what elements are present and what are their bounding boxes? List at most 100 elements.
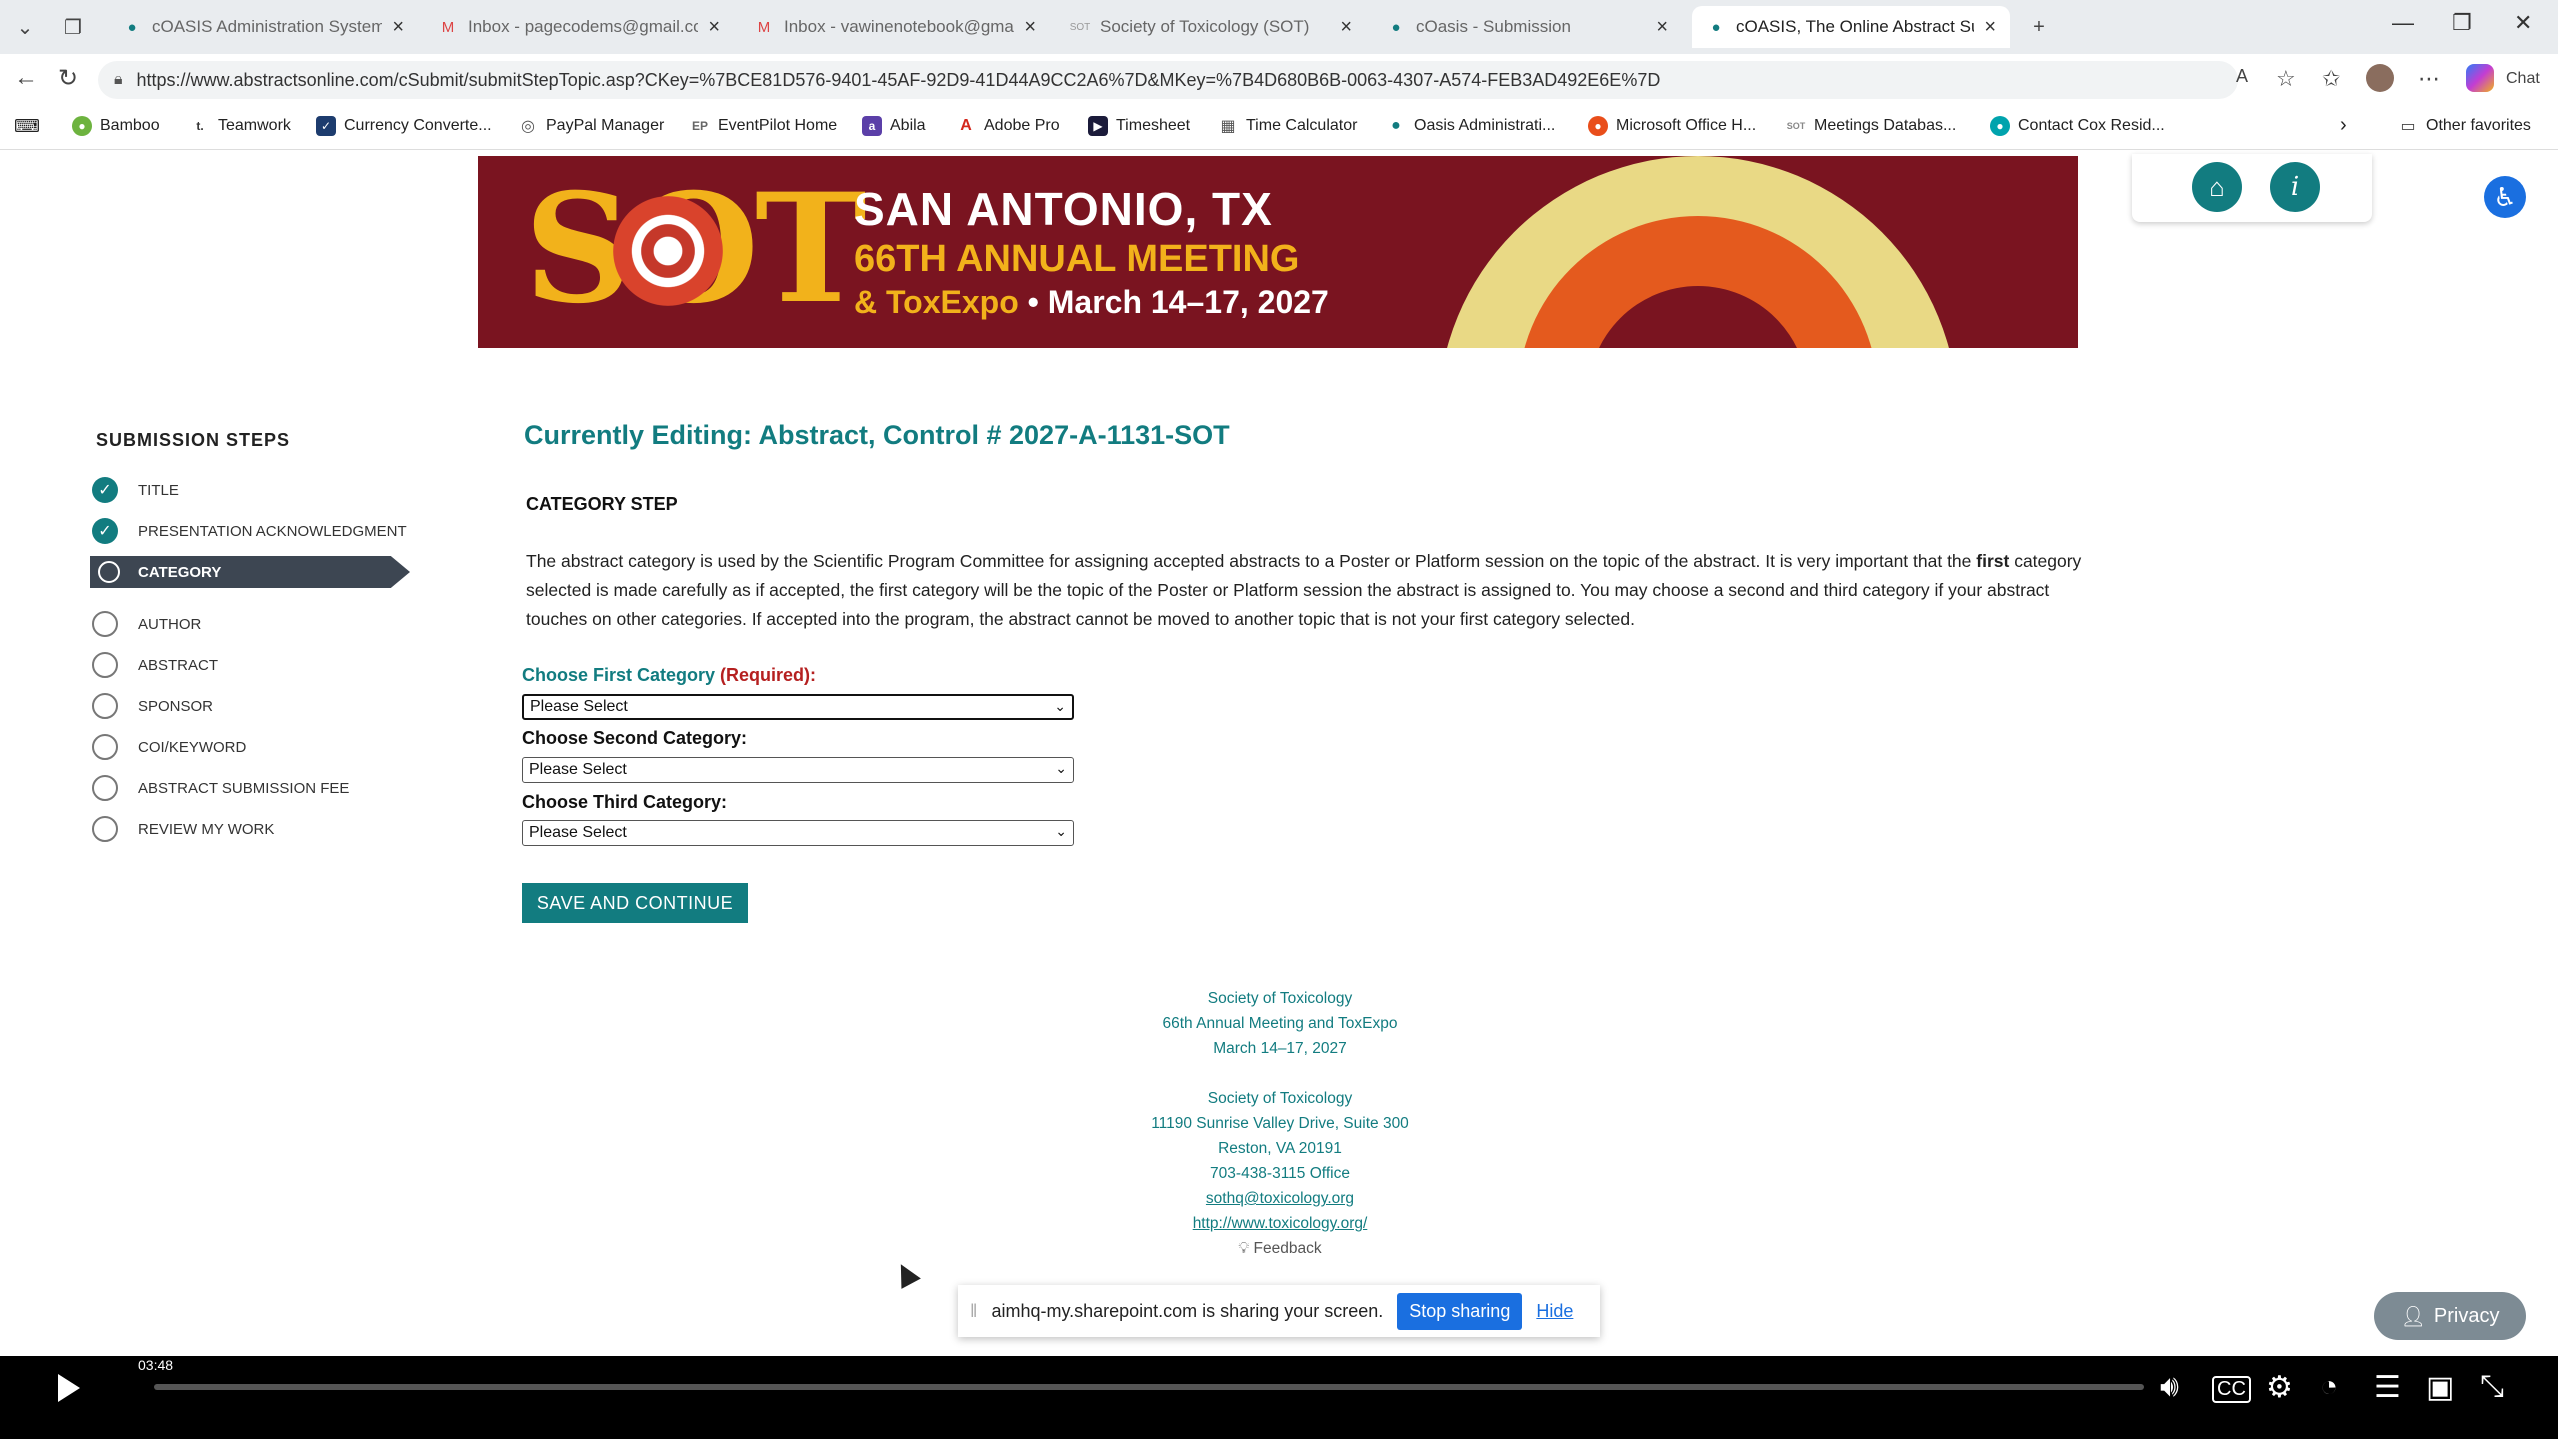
first-category-label-text: Choose First Category [522,665,721,685]
close-tab-icon[interactable]: × [1340,16,1352,39]
settings-gear-icon[interactable]: ⚙ [2266,1370,2293,1405]
browser-tab[interactable]: M Inbox - vawinenotebook@gmail.c × [740,6,1050,48]
favorites-list-icon[interactable]: ✩ [2322,66,2340,92]
more-options-icon[interactable]: ⋯ [2418,66,2440,92]
footer-website-link[interactable]: http://www.toxicology.org/ [1193,1215,1368,1232]
favorite-link[interactable]: A Adobe Pro [956,116,1060,136]
step-coi-keyword[interactable]: COI/KEYWORD [92,732,246,762]
close-tab-icon[interactable]: × [392,16,404,39]
page-title: Currently Editing: Abstract, Control # 2… [524,420,1230,450]
tab-title: cOASIS Administration System [152,17,383,36]
chevron-right-icon[interactable]: › [2340,114,2347,137]
abila-icon: a [862,116,882,136]
folder-icon: ▭ [2398,116,2418,136]
volume-icon[interactable]: 🔊︎ [2160,1370,2179,1404]
circle-icon [98,561,120,583]
favorite-label: PayPal Manager [546,117,665,134]
url-field[interactable]: 🔒︎ https://www.abstractsonline.com/cSubm… [98,61,2238,99]
browser-tab[interactable]: ● cOASIS Administration System × [108,6,418,48]
copilot-icon[interactable] [2466,64,2494,92]
step-review-my-work[interactable]: REVIEW MY WORK [92,814,274,844]
favorite-link[interactable]: ▦ Time Calculator [1218,116,1357,136]
select-value: Please Select [529,824,627,841]
step-title[interactable]: ✓ TITLE [92,475,179,505]
favorite-link[interactable]: ● Bamboo [72,116,160,136]
browser-tab[interactable]: M Inbox - pagecodems@gmail.com × [424,6,734,48]
save-and-continue-button[interactable]: SAVE AND CONTINUE [522,883,748,923]
favorite-star-icon[interactable]: ☆ [2276,66,2296,92]
timesheet-icon: ▶ [1088,116,1108,136]
sot-icon: SOT [1786,116,1806,136]
other-favorites[interactable]: ▭ Other favorites [2398,116,2531,136]
close-tab-icon[interactable]: × [1656,16,1668,39]
favorite-link[interactable]: ✓ Currency Converte... [316,116,492,136]
instructions-emphasis: first [1976,551,2010,571]
play-icon[interactable] [58,1374,80,1402]
browser-tab[interactable]: SOT Society of Toxicology (SOT) × [1056,6,1366,48]
favorite-link[interactable]: t. Teamwork [190,116,291,136]
home-icon[interactable]: ⌂ [2192,162,2242,212]
favorite-link[interactable]: EP EventPilot Home [690,116,837,136]
second-category-select[interactable]: Please Select ⌄ [522,757,1074,783]
accessibility-icon[interactable]: ♿︎ [2484,176,2526,218]
step-author[interactable]: AUTHOR [92,609,201,639]
favorite-label: EventPilot Home [718,117,838,134]
step-abstract[interactable]: ABSTRACT [92,650,218,680]
oasis-icon: ● [1711,18,1721,36]
profile-avatar-icon[interactable] [2366,64,2394,92]
favorite-link[interactable]: SOT Meetings Databas... [1786,116,1956,136]
refresh-icon[interactable]: ↻ [58,64,78,93]
footer-email-link[interactable]: sothq@toxicology.org [1206,1190,1354,1207]
footer-meeting: 66th Annual Meeting and ToxExpo [1162,1015,1398,1032]
read-aloud-icon[interactable]: A [2236,66,2248,87]
favorite-link[interactable]: ● Microsoft Office H... [1588,116,1756,136]
browser-tab-active[interactable]: ● cOASIS, The Online Abstract Subm × [1692,6,2010,48]
chevron-down-icon: ⌄ [1055,760,1067,776]
chapters-icon[interactable]: ☰ [2374,1370,2401,1405]
workspaces-icon[interactable]: ❐ [56,10,90,44]
tab-title: Inbox - vawinenotebook@gmail.c [784,17,1015,36]
close-tab-icon[interactable]: × [1984,16,1996,39]
step-label: SPONSOR [138,697,214,715]
feedback-label: Feedback [1253,1240,1322,1257]
favorite-link[interactable]: ▶ Timesheet [1088,116,1190,136]
tab-search-icon[interactable]: ⌨ [14,116,40,137]
step-category-active[interactable]: CATEGORY [90,556,410,588]
first-category-select[interactable]: Please Select ⌄ [522,694,1074,720]
back-arrow-icon[interactable]: ← [14,64,38,92]
favorite-link[interactable]: ● Contact Cox Resid... [1990,116,2165,136]
banner-dates: & ToxExpo • March 14–17, 2027 [854,284,1329,321]
currency-converter-icon: ✓ [316,116,336,136]
step-abstract-submission-fee[interactable]: ABSTRACT SUBMISSION FEE [92,773,349,803]
second-category-label: Choose Second Category: [522,728,748,748]
exit-fullscreen-icon[interactable]: ⤡ [2480,1370,2504,1404]
stop-sharing-button[interactable]: Stop sharing [1397,1292,1523,1330]
close-window-icon[interactable]: ✕ [2514,10,2532,36]
meeting-banner: SOT SAN ANTONIO, TX 66TH ANNUAL MEETING … [478,156,2078,348]
closed-captions-icon[interactable]: CC [2212,1376,2251,1403]
playback-speed-icon[interactable]: ◔ [2320,1370,2338,1404]
info-icon[interactable]: i [2270,162,2320,212]
minimize-icon[interactable]: — [2392,10,2414,36]
chat-label[interactable]: Chat [2506,70,2540,88]
seek-bar[interactable] [154,1384,2144,1390]
drag-handle-icon[interactable]: ‖ [970,1301,977,1322]
favorite-link[interactable]: ◎ PayPal Manager [518,116,664,136]
submission-steps-title: SUBMISSION STEPS [96,430,291,450]
feedback-link[interactable]: 💡︎ Feedback [1000,1236,1560,1261]
new-tab-icon[interactable]: + [2022,10,2056,44]
third-category-select[interactable]: Please Select ⌄ [522,820,1074,846]
restore-icon[interactable]: ❐ [2452,10,2472,36]
picture-in-picture-icon[interactable]: ▣ [2426,1370,2454,1405]
tab-actions-chevron-icon[interactable]: ⌄ [8,10,42,44]
favorite-link[interactable]: ● Oasis Administrati... [1386,116,1555,136]
step-presentation-acknowledgment[interactable]: ✓ PRESENTATION ACKNOWLEDGMENT [92,516,407,546]
favorite-link[interactable]: a Abila [862,116,926,136]
browser-tab[interactable]: ● cOasis - Submission × [1372,6,1682,48]
globe-icon: ◎ [518,116,538,136]
privacy-button[interactable]: 👤︎ Privacy [2374,1292,2526,1340]
step-sponsor[interactable]: SPONSOR [92,691,213,721]
close-tab-icon[interactable]: × [708,16,720,39]
close-tab-icon[interactable]: × [1024,16,1036,39]
hide-link[interactable]: Hide [1536,1301,1573,1322]
